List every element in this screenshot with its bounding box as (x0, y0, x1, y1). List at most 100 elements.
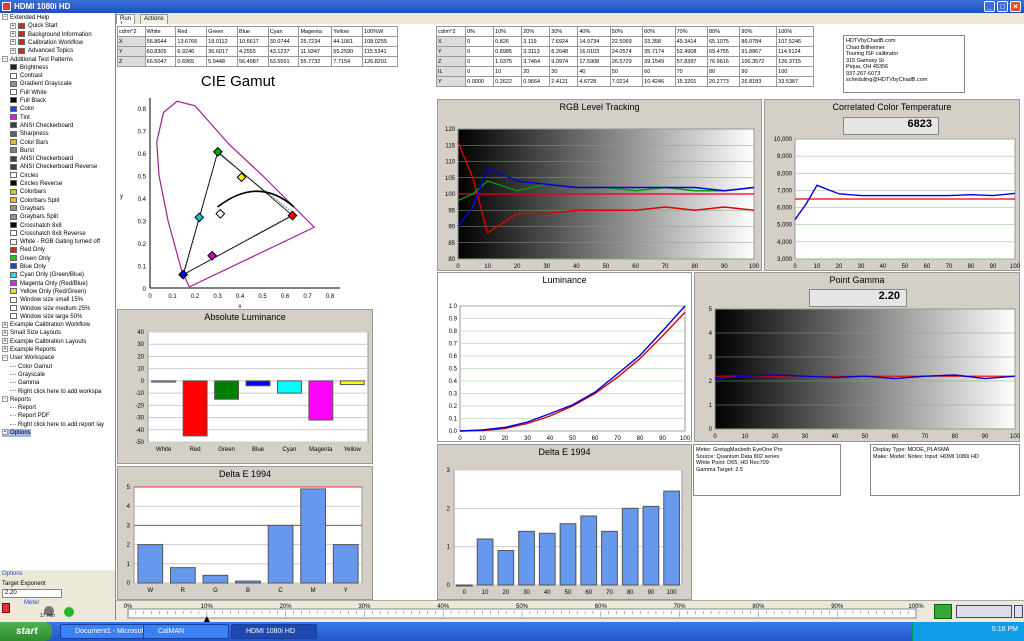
tree-item[interactable]: Full Black (10, 97, 46, 105)
tree-item[interactable]: Color Bars (10, 138, 48, 147)
tree-item[interactable]: Window size large 50% (10, 313, 82, 321)
tree-item[interactable]: + Background Information (10, 31, 92, 39)
tree-item[interactable]: Blue Only (10, 263, 46, 271)
expand-icon[interactable]: + (2, 338, 8, 345)
pattern-icon (10, 64, 17, 71)
expand-icon[interactable]: + (10, 47, 16, 54)
tree-item[interactable]: Graybars (10, 205, 45, 213)
tree-item[interactable]: Right click here to add workspa (10, 388, 101, 396)
meter-status-icon[interactable] (64, 607, 74, 617)
tree-item[interactable]: + Quick Start (10, 22, 58, 30)
maximize-button[interactable]: □ (997, 1, 1008, 12)
tree-item[interactable]: Sharpness (10, 130, 49, 138)
tree-item[interactable]: − Reports (2, 396, 31, 404)
tree-item[interactable]: − User Workspace (2, 354, 54, 362)
expand-icon[interactable]: + (10, 39, 16, 46)
tree-item[interactable]: Gamma (10, 379, 39, 387)
tree-item[interactable]: ANSI Checkerboard (10, 122, 73, 130)
delta-e-color-panel: Delta E 1994 012345WRGBCMY (117, 466, 373, 600)
timeline-tick-label: 100% (908, 604, 924, 610)
tab-run-1[interactable]: Run 1 (116, 14, 136, 28)
tree-item[interactable]: Full White (10, 89, 47, 97)
tree-item[interactable]: Crosshatch 8x8 (10, 221, 62, 230)
tree-item[interactable]: Color (10, 105, 34, 113)
start-button[interactable]: start (0, 622, 52, 641)
tree-item[interactable]: White - RGB Gating turned off (10, 238, 100, 246)
expand-icon[interactable]: − (2, 14, 8, 21)
expand-icon[interactable]: + (10, 31, 16, 38)
x-tick-label: Yellow (344, 447, 362, 453)
tree-item-label: Window size medium 25% (20, 305, 91, 312)
tree-item[interactable]: + Small Size Layouts (2, 329, 61, 337)
tree-item[interactable]: Colorbars (10, 188, 46, 196)
tree-item[interactable]: Window size small 15% (10, 296, 83, 304)
tree-item[interactable]: Burst (10, 147, 34, 155)
tree-item[interactable]: Gradient Grayscale (10, 80, 72, 88)
table-cell: 86.0784 (739, 36, 778, 47)
tree-item[interactable]: + Options (2, 429, 31, 438)
run-icon[interactable] (934, 604, 952, 619)
pattern-icon (10, 246, 17, 253)
table-cell: 60 (642, 66, 676, 77)
tree-item[interactable]: Red Only (10, 246, 45, 254)
tree-item[interactable]: Cyan Only (Green/Blue) (10, 271, 84, 279)
tab-actions[interactable]: Actions (140, 14, 168, 24)
workflow-tree[interactable]: − Extended Help + Quick Start + Background In… (0, 13, 116, 570)
expand-icon[interactable]: + (2, 429, 8, 436)
expand-icon[interactable]: + (2, 346, 8, 353)
tree-item[interactable]: Magenta Only (Red/Blue) (10, 280, 88, 288)
y-tick-label: 0.5 (138, 175, 147, 181)
tree-item[interactable]: ANSI Checkerboard (10, 155, 73, 163)
expand-icon[interactable]: − (2, 396, 8, 403)
tree-item[interactable]: + Example Calibration Workflow (2, 321, 90, 329)
table-header-cell: 100% (776, 26, 814, 37)
tree-item[interactable]: Grayscale (10, 371, 45, 379)
tree-item[interactable]: Colorbars Split (10, 197, 59, 205)
playback-controls[interactable] (934, 604, 1024, 620)
tree-item[interactable]: + Calibration Workflow (10, 39, 83, 47)
table-cell: 4.6728 (577, 76, 611, 87)
x-tick-label: 90 (659, 436, 666, 442)
table-header-cell: 10% (493, 26, 523, 37)
tree-item[interactable]: Report PDF (10, 412, 50, 420)
tree-item[interactable]: Green Only (10, 255, 51, 263)
table-cell: 13.6766 (175, 36, 208, 47)
tree-item[interactable]: Crosshatch 8x8 Reverse (10, 230, 86, 238)
tree-item[interactable]: Right click here to add report lay (10, 421, 104, 429)
expand-icon[interactable]: − (2, 55, 8, 62)
nav-buttons[interactable] (956, 605, 1012, 618)
table-cell: 126.8201 (362, 56, 398, 67)
tree-item[interactable]: Contrast (10, 72, 43, 80)
tree-item[interactable]: Tint (10, 114, 30, 122)
taskbar-item-calman[interactable]: CalMAN (143, 624, 229, 639)
tree-item[interactable]: + Example Reports (2, 346, 56, 354)
help-icon[interactable] (1014, 605, 1023, 618)
tree-item[interactable]: Yellow Only (Red/Green) (10, 288, 86, 296)
minimize-button[interactable]: _ (984, 1, 995, 12)
measured-point (178, 269, 189, 280)
close-button[interactable]: × (1010, 1, 1021, 12)
tree-item[interactable]: Brightness (10, 64, 48, 72)
timeline-slider[interactable]: 0% 10% 20% 30% 40% 50% 60% 70% 80% 90% 100% (116, 600, 1024, 622)
tree-item[interactable]: Color Gamut (10, 363, 52, 371)
tree-item[interactable]: Report (10, 404, 36, 412)
tree-item[interactable]: Circles Reverse (10, 180, 62, 188)
taskbar-item-hdmi[interactable]: HDMI 1080i HD (231, 624, 317, 639)
expand-icon[interactable]: + (2, 321, 8, 328)
expand-icon[interactable]: − (2, 354, 8, 361)
expand-icon[interactable]: + (10, 22, 16, 29)
stop-icon[interactable] (2, 603, 10, 613)
tree-item[interactable]: + Example Calibration Layouts (2, 338, 86, 346)
tree-item[interactable]: Window size medium 25% (10, 304, 91, 313)
tree-item[interactable]: − Additional Test Patterns (2, 55, 73, 64)
tree-item[interactable]: + Advanced Topics (10, 47, 73, 55)
tree-item[interactable]: − Extended Help (2, 14, 49, 22)
tree-item[interactable]: ANSI Checkerboard Reverse (10, 163, 97, 171)
tree-item-label: Quick Start (28, 23, 58, 30)
y-tick-label: 10 (137, 367, 144, 373)
tree-item[interactable]: Graybars Split (10, 213, 58, 221)
tree-item[interactable]: Circles (10, 172, 38, 180)
target-exponent-field[interactable]: 2.20 (2, 589, 62, 598)
taskbar-item-word[interactable]: Document1 - Microsof... (60, 624, 156, 639)
expand-icon[interactable]: + (2, 329, 8, 336)
